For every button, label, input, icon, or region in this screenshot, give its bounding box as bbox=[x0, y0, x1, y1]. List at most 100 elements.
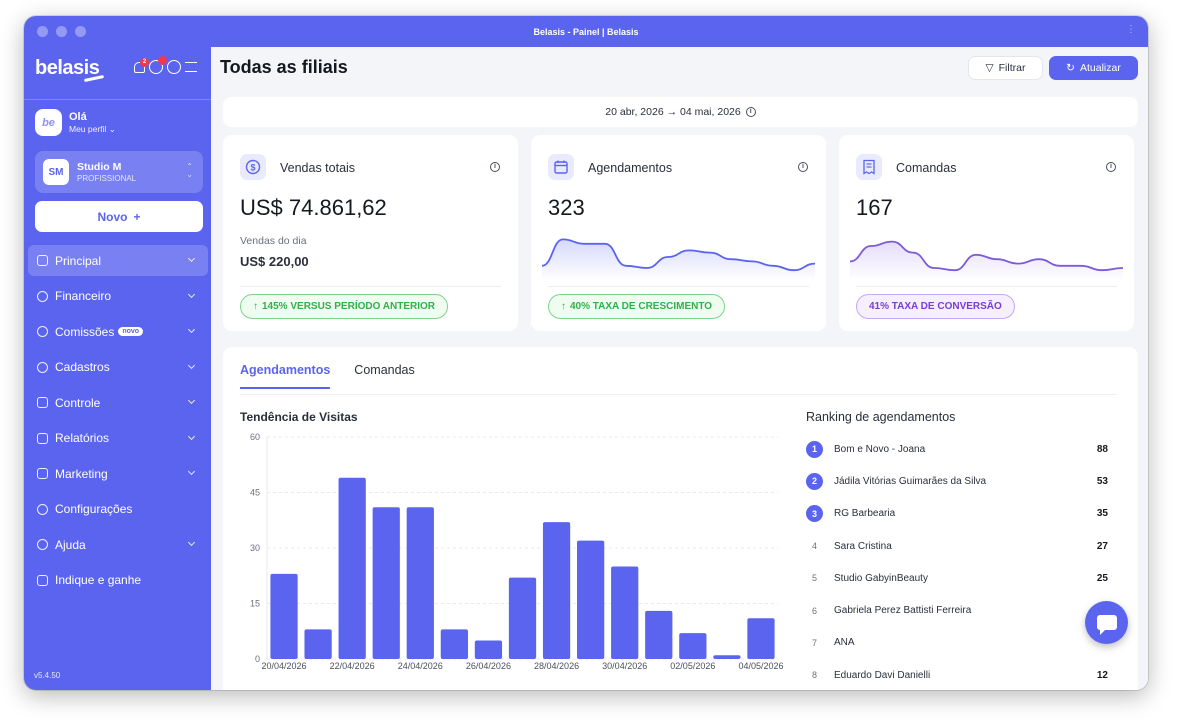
x-tick-label: 24/04/2026 bbox=[398, 661, 443, 671]
growth-pill: ↑ 40% TAXA DE CRESCIMENTO bbox=[548, 294, 726, 319]
list-item[interactable]: 2 Jádila Vitórias Guimarães da Silva 53 bbox=[806, 465, 1108, 497]
list-item[interactable]: 8 Eduardo Davi Danielli 12 bbox=[806, 659, 1108, 690]
bar[interactable] bbox=[440, 629, 468, 659]
list-item[interactable]: 7 ANA bbox=[806, 627, 1108, 659]
calendar-icon bbox=[548, 154, 574, 180]
bar[interactable] bbox=[372, 507, 400, 659]
bar[interactable] bbox=[645, 610, 673, 659]
list-item[interactable]: 4 Sara Cristina 27 bbox=[806, 530, 1108, 562]
rank-number: 4 bbox=[811, 541, 817, 552]
card-divider bbox=[240, 286, 501, 287]
notification-bell-icon[interactable]: 2 bbox=[134, 57, 149, 73]
bar[interactable] bbox=[406, 507, 434, 659]
list-item[interactable]: 5 Studio GabyinBeauty 25 bbox=[806, 562, 1108, 594]
sidebar-item-label: Principal bbox=[55, 253, 102, 268]
sidebar-item-label: Configurações bbox=[55, 502, 133, 516]
list-item[interactable]: 3 RG Barbearia 35 bbox=[806, 498, 1108, 530]
bar[interactable] bbox=[508, 577, 537, 659]
y-tick-label: 45 bbox=[250, 488, 260, 498]
my-profile-link[interactable]: Meu perfil ⌄ bbox=[69, 123, 116, 135]
x-tick-label: 04/05/2026 bbox=[738, 661, 783, 671]
bar[interactable] bbox=[270, 573, 298, 659]
rank-number: 6 bbox=[811, 605, 817, 616]
sidebar-nav: Principal Financeiro Comissões novo Cada… bbox=[28, 245, 208, 600]
card-title: Agendamentos bbox=[588, 161, 673, 175]
tab-comandas[interactable]: Comandas bbox=[354, 363, 414, 389]
x-tick-label: 30/04/2026 bbox=[602, 661, 647, 671]
percent-icon bbox=[37, 326, 48, 337]
bar[interactable] bbox=[577, 540, 605, 659]
chevron-down-icon bbox=[187, 467, 196, 476]
refresh-button[interactable]: ↻ Atualizar bbox=[1049, 56, 1138, 80]
window-menu-icon[interactable]: ⋮ bbox=[1126, 25, 1136, 35]
bar[interactable] bbox=[611, 566, 639, 660]
sidebar-item-principal[interactable]: Principal bbox=[28, 245, 208, 276]
x-tick-label: 02/05/2026 bbox=[670, 661, 715, 671]
rank-name: RG Barbearia bbox=[834, 508, 896, 520]
filter-label: Filtrar bbox=[998, 62, 1026, 74]
tab-agendamentos[interactable]: Agendamentos bbox=[240, 363, 331, 389]
info-icon[interactable]: i bbox=[798, 162, 808, 172]
window-title: Belasis - Painel | Belasis bbox=[533, 26, 639, 37]
rank-name: Eduardo Davi Danielli bbox=[834, 669, 931, 681]
bar[interactable] bbox=[713, 655, 741, 659]
sidebar-item-controle[interactable]: Controle bbox=[28, 387, 208, 418]
new-button[interactable]: Novo + bbox=[35, 201, 203, 232]
sidebar-item-label: Financeiro bbox=[55, 289, 112, 303]
svg-text:$: $ bbox=[250, 163, 255, 173]
bar[interactable] bbox=[542, 522, 571, 659]
bar[interactable] bbox=[338, 477, 366, 659]
ranking-list: 1 Bom e Novo - Joana 88 2 Jádila Vitórias Gu… bbox=[806, 433, 1108, 690]
list-item[interactable]: 6 Gabriela Perez Battisti Ferreira bbox=[806, 594, 1108, 626]
whatsapp-icon[interactable] bbox=[149, 56, 167, 74]
date-range-picker[interactable]: 20 abr, 2026 → 04 mai, 2026 i bbox=[223, 97, 1138, 127]
card-divider bbox=[856, 286, 1117, 287]
filter-button[interactable]: ▽ Filtrar bbox=[968, 56, 1043, 80]
card-value: 167 bbox=[856, 195, 893, 220]
info-icon[interactable]: i bbox=[490, 162, 500, 172]
chat-button[interactable] bbox=[1085, 601, 1128, 644]
chart-title: Tendência de Visitas bbox=[240, 410, 358, 424]
arrow-up-icon: ↑ bbox=[253, 301, 258, 312]
gear-icon bbox=[37, 503, 48, 515]
appointments-sparkline bbox=[542, 238, 815, 281]
sidebar-item-relatorios[interactable]: Relatórios bbox=[28, 423, 208, 454]
rank-name: Jádila Vitórias Guimarães da Silva bbox=[834, 475, 987, 487]
rank-score: 88 bbox=[1096, 443, 1108, 455]
sidebar-item-indique[interactable]: Indique e ganhe bbox=[28, 565, 208, 596]
info-icon[interactable]: i bbox=[1106, 162, 1116, 172]
sales-card: $ Vendas totais i US$ 74.861,62 Vendas d… bbox=[223, 135, 518, 331]
home-icon bbox=[37, 255, 48, 266]
bar[interactable] bbox=[679, 633, 707, 659]
menu-collapse-icon[interactable] bbox=[185, 62, 197, 72]
refresh-label: Atualizar bbox=[1079, 62, 1121, 74]
brand-logo[interactable]: belasis bbox=[35, 57, 100, 80]
rank-number: 3 bbox=[806, 505, 823, 523]
chevron-down-icon bbox=[187, 254, 196, 263]
bar[interactable] bbox=[747, 618, 775, 659]
sidebar-item-financeiro[interactable]: Financeiro bbox=[28, 281, 208, 312]
maximize-window-button[interactable] bbox=[75, 26, 86, 37]
sidebar-item-marketing[interactable]: Marketing bbox=[28, 458, 208, 489]
sidebar-item-comissoes[interactable]: Comissões novo bbox=[28, 316, 208, 347]
help-circle-icon[interactable] bbox=[167, 60, 181, 74]
bar[interactable] bbox=[304, 629, 332, 659]
chevron-down-icon bbox=[187, 432, 196, 440]
appointments-card: Agendamentos i 323 ↑ 40% TAXA DE CRESCIM… bbox=[531, 135, 826, 331]
list-item[interactable]: 1 Bom e Novo - Joana 88 bbox=[806, 433, 1108, 465]
studio-selector[interactable]: SM Studio M PROFISSIONAL ⌃ ⌄ bbox=[35, 151, 203, 193]
sidebar-item-label: Ajuda bbox=[55, 537, 86, 552]
close-window-button[interactable] bbox=[37, 26, 48, 37]
chevron-down-icon: ⌄ bbox=[108, 123, 116, 134]
bar[interactable] bbox=[474, 640, 503, 660]
profile-menu[interactable]: be Olá Meu perfil ⌄ bbox=[35, 109, 116, 136]
visits-trend-chart: 0 15 30 45 60 20/04/2026 22/04/2026 24/04/2026 2… bbox=[250, 432, 784, 671]
card-divider bbox=[548, 286, 809, 287]
refresh-icon: ↻ bbox=[1066, 62, 1075, 74]
sidebar-item-configuracoes[interactable]: Configurações bbox=[28, 494, 208, 525]
info-icon[interactable]: i bbox=[745, 107, 756, 117]
sidebar-item-cadastros[interactable]: Cadastros bbox=[28, 352, 208, 383]
rank-number: 5 bbox=[811, 573, 817, 584]
minimize-window-button[interactable] bbox=[56, 26, 67, 37]
sidebar-item-ajuda[interactable]: Ajuda bbox=[28, 529, 208, 560]
